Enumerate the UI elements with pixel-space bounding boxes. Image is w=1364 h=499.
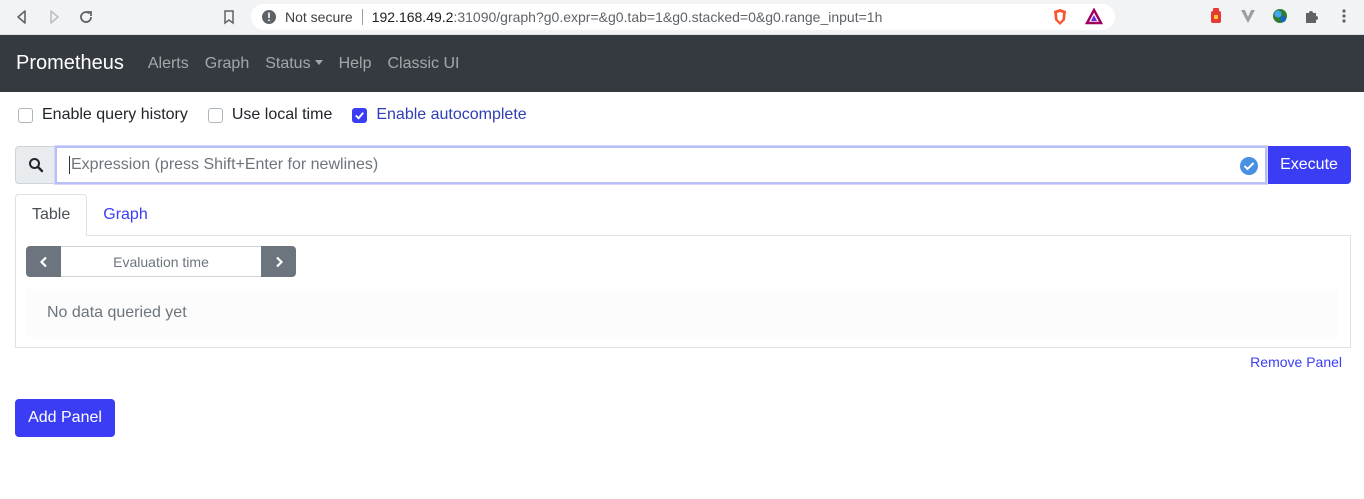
nav-alerts[interactable]: Alerts (148, 55, 189, 73)
search-addon (15, 146, 55, 184)
autocomplete-checkbox[interactable] (352, 107, 368, 123)
address-bar[interactable]: Not secure 192.168.49.2:31090/graph?g0.e… (251, 4, 1115, 30)
local-time-label: Use local time (231, 106, 333, 123)
brave-rewards-icon[interactable] (1085, 8, 1103, 26)
brand-logo[interactable]: Prometheus (16, 52, 124, 75)
nav-help[interactable]: Help (339, 55, 372, 73)
expression-row: Expression (press Shift+Enter for newlin… (15, 146, 1351, 184)
add-panel-button[interactable]: Add Panel (15, 399, 115, 437)
query-history-checkbox[interactable] (18, 107, 33, 123)
autocomplete-label: Enable autocomplete (376, 106, 527, 123)
search-icon (28, 158, 43, 173)
extensions-puzzle-icon[interactable] (1303, 7, 1321, 25)
tab-table[interactable]: Table (15, 194, 88, 236)
reload-icon[interactable] (74, 5, 98, 29)
extension-globe-icon[interactable] (1271, 7, 1289, 25)
eval-time-next-button[interactable] (261, 246, 296, 277)
chevron-down-icon (314, 59, 323, 65)
url-text[interactable]: 192.168.49.2:31090/graph?g0.expr=&g0.tab… (372, 9, 883, 25)
extension-v-icon[interactable] (1239, 7, 1257, 25)
browser-menu-icon[interactable] (1335, 7, 1353, 25)
eval-time-prev-button[interactable] (26, 246, 61, 277)
execute-button[interactable]: Execute (1267, 146, 1351, 184)
nav-classic-ui[interactable]: Classic UI (387, 55, 459, 73)
chevron-left-icon (39, 256, 47, 267)
info-icon[interactable] (261, 9, 277, 25)
expression-placeholder: Expression (press Shift+Enter for newlin… (71, 156, 379, 173)
evaluation-time-control: Evaluation time (26, 246, 296, 277)
checkmark-icon (355, 111, 365, 120)
check-circle-icon (1240, 157, 1258, 175)
query-history-label: Enable query history (42, 106, 188, 123)
tab-graph[interactable]: Graph (87, 194, 163, 236)
extension-red-icon[interactable] (1207, 7, 1225, 25)
nav-status[interactable]: Status (265, 54, 323, 73)
text-cursor (69, 156, 70, 174)
back-icon[interactable] (10, 5, 34, 29)
evaluation-time-input[interactable]: Evaluation time (61, 246, 261, 277)
expression-input[interactable]: Expression (press Shift+Enter for newlin… (55, 146, 1267, 184)
top-navbar: Prometheus Alerts Graph Status Help Clas… (0, 35, 1364, 92)
browser-toolbar: Not secure 192.168.49.2:31090/graph?g0.e… (0, 0, 1364, 35)
chevron-right-icon (275, 256, 283, 267)
brave-shield-icon[interactable] (1051, 8, 1069, 26)
nav-status-label: Status (265, 54, 311, 72)
security-label: Not secure (285, 9, 353, 25)
empty-message: No data queried yet (27, 289, 1339, 337)
url-divider (361, 9, 363, 25)
panel-tabs: Table Graph (15, 194, 164, 236)
autocomplete-option[interactable]: Enable autocomplete (352, 106, 527, 124)
query-options: Enable query history Use local time Enab… (18, 106, 547, 124)
local-time-checkbox[interactable] (207, 107, 223, 123)
query-history-option[interactable]: Enable query history (18, 106, 188, 124)
local-time-option[interactable]: Use local time (207, 106, 333, 124)
remove-panel-link[interactable]: Remove Panel (1250, 354, 1342, 370)
nav-graph[interactable]: Graph (205, 55, 249, 73)
forward-icon[interactable] (42, 5, 66, 29)
bookmark-icon[interactable] (217, 5, 241, 29)
